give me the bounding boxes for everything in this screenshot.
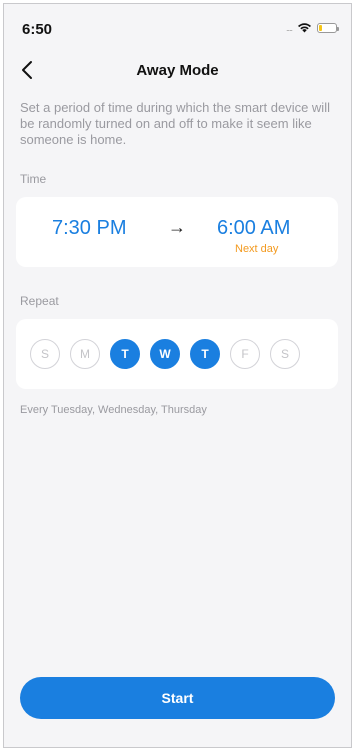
repeat-summary: Every Tuesday, Wednesday, Thursday: [20, 404, 207, 416]
start-button[interactable]: Start: [20, 677, 335, 719]
day-toggle-thursday[interactable]: T: [190, 339, 220, 369]
day-toggle-friday[interactable]: F: [230, 339, 260, 369]
signal-icon: ....: [285, 22, 293, 33]
day-toggle-wednesday[interactable]: W: [150, 339, 180, 369]
day-toggle-sunday[interactable]: S: [30, 339, 60, 369]
battery-level: [319, 24, 322, 31]
start-time[interactable]: 7:30 PM: [52, 217, 126, 240]
next-day-note: Next day: [235, 243, 279, 255]
status-icons: ....: [285, 22, 339, 33]
day-selector: S M T W T F S: [30, 339, 300, 369]
day-toggle-monday[interactable]: M: [70, 339, 100, 369]
day-toggle-saturday[interactable]: S: [270, 339, 300, 369]
page-title: Away Mode: [136, 62, 219, 79]
status-time: 6:50: [22, 21, 53, 38]
arrow-right-icon: →: [168, 217, 186, 237]
repeat-card: S M T W T F S: [16, 319, 338, 389]
battery-icon: [317, 22, 339, 33]
description-text: Set a period of time during which the sm…: [20, 100, 330, 147]
end-time[interactable]: 6:00 AM: [217, 217, 290, 240]
app-screen: 6:50 .... Away Mode Set a period of time…: [3, 3, 352, 748]
repeat-section-label: Repeat: [20, 294, 59, 308]
status-bar: 6:50 ....: [4, 4, 351, 48]
wifi-icon: [298, 23, 311, 33]
time-card: 7:30 PM → 6:00 AM Next day: [16, 197, 338, 267]
day-toggle-tuesday[interactable]: T: [110, 339, 140, 369]
nav-bar: Away Mode: [4, 48, 351, 92]
time-section-label: Time: [20, 172, 47, 186]
